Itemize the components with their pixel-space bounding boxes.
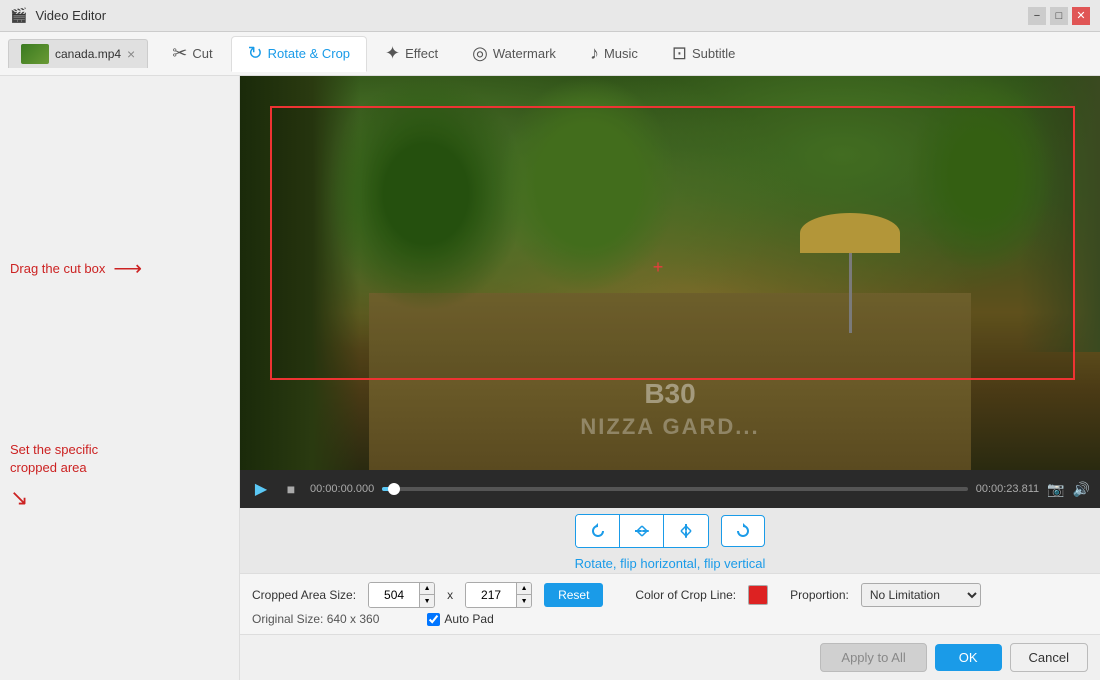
reset-button[interactable]: Reset (544, 583, 603, 607)
action-bar: Apply to All OK Cancel (240, 634, 1100, 680)
timestamp-overlay: B30 (644, 378, 695, 410)
ok-button[interactable]: OK (935, 644, 1002, 671)
maximize-button[interactable]: □ (1050, 7, 1068, 25)
drag-hint-text: Drag the cut box (10, 261, 105, 276)
timeline-slider[interactable] (382, 487, 967, 491)
height-input[interactable] (466, 583, 516, 607)
color-label: Color of Crop Line: (635, 588, 736, 602)
original-size-row: Original Size: 640 x 360 Auto Pad (252, 612, 1088, 626)
video-scene: + B30 NIZZA GARD... (240, 76, 1100, 470)
rotate-controls-bar (240, 508, 1100, 554)
close-button[interactable]: ✕ (1072, 7, 1090, 25)
original-size-label: Original Size: 640 x 360 (252, 612, 379, 626)
volume-icon[interactable]: 🔊 (1073, 481, 1090, 498)
crop-hint-area: Set the specific cropped area ↘ (10, 361, 229, 511)
tab-effect[interactable]: ✦ Effect (369, 36, 454, 72)
tab-watermark[interactable]: ◎ Watermark (456, 36, 572, 72)
play-button[interactable]: ▶ (250, 478, 272, 500)
tab-cut[interactable]: ✂ Cut (156, 36, 228, 72)
drag-hint: Drag the cut box ⟶ (10, 256, 229, 281)
umbrella-top (800, 213, 900, 253)
foliage1 (326, 76, 526, 312)
time-end: 00:00:23.811 (976, 483, 1039, 495)
rotate-cw-button[interactable] (721, 515, 765, 547)
height-spinner: ▲ ▼ (516, 583, 531, 607)
foliage3 (498, 76, 678, 293)
title-bar-left: 🎬 Video Editor (10, 7, 106, 24)
rotate-annotation-area: Rotate, flip horizontal, flip vertical (240, 554, 1100, 573)
tab-music[interactable]: ♪ Music (574, 36, 654, 72)
autopad-label: Auto Pad (444, 612, 493, 626)
flip-vertical-button[interactable] (664, 515, 708, 547)
height-up-button[interactable]: ▲ (517, 583, 531, 595)
tab-rotate[interactable]: ↻ Rotate & Crop (231, 36, 367, 72)
playback-controls: ▶ ■ 00:00:00.000 00:00:23.811 📷 🔊 (240, 470, 1100, 508)
width-down-button[interactable]: ▼ (420, 595, 434, 607)
video-container[interactable]: + B30 NIZZA GARD... (240, 76, 1100, 470)
bottom-panel: Cropped Area Size: ▲ ▼ x ▲ ▼ R (240, 573, 1100, 634)
app-icon: 🎬 (10, 7, 27, 24)
title-bar-controls: − □ ✕ (1028, 7, 1090, 25)
cut-icon: ✂ (172, 43, 187, 64)
cancel-button[interactable]: Cancel (1010, 643, 1088, 672)
minimize-button[interactable]: − (1028, 7, 1046, 25)
file-tab-close[interactable]: × (127, 47, 135, 61)
tab-music-label: Music (604, 46, 638, 61)
crop-size-row: Cropped Area Size: ▲ ▼ x ▲ ▼ R (252, 582, 1088, 608)
screenshot-icon[interactable]: 📷 (1047, 481, 1064, 498)
subtitle-icon: ⊡ (672, 43, 687, 64)
cropped-area-label: Cropped Area Size: (252, 588, 356, 602)
dimension-separator: x (447, 588, 453, 602)
crop-line-color-swatch[interactable] (748, 585, 768, 605)
music-icon: ♪ (590, 43, 599, 64)
height-down-button[interactable]: ▼ (517, 595, 531, 607)
width-up-button[interactable]: ▲ (420, 583, 434, 595)
file-thumbnail (21, 44, 49, 64)
video-area: + B30 NIZZA GARD... ▶ ■ 00:00:00.000 00:… (240, 76, 1100, 680)
effect-icon: ✦ (385, 43, 400, 64)
height-input-group: ▲ ▼ (465, 582, 532, 608)
flip-horizontal-button[interactable] (620, 515, 664, 547)
crop-hint-text: Set the specific cropped area (10, 441, 229, 477)
tab-effect-label: Effect (405, 46, 438, 61)
crosshair-marker: + (653, 257, 664, 278)
title-bar: 🎬 Video Editor − □ ✕ (0, 0, 1100, 32)
timeline-thumb[interactable] (388, 483, 400, 495)
rotate-btn-group (575, 514, 709, 548)
apply-all-button[interactable]: Apply to All (820, 643, 926, 672)
time-start: 00:00:00.000 (310, 483, 374, 495)
drag-arrow-icon: ⟶ (113, 256, 142, 281)
file-tab-name: canada.mp4 (55, 47, 121, 61)
rotate-icon: ↻ (248, 43, 263, 64)
width-spinner: ▲ ▼ (419, 583, 434, 607)
sidebar: Drag the cut box ⟶ Set the specific crop… (0, 76, 240, 680)
umbrella-pole (849, 253, 852, 333)
autopad-group: Auto Pad (427, 612, 493, 626)
watermark-overlay: NIZZA GARD... (580, 414, 759, 440)
umbrella (800, 213, 900, 333)
foliage2 (907, 76, 1057, 273)
crop-arrow-area: ↘ (10, 485, 229, 511)
autopad-checkbox[interactable] (427, 613, 440, 626)
stop-button[interactable]: ■ (280, 478, 302, 500)
file-tab[interactable]: canada.mp4 × (8, 39, 148, 68)
watermark-icon: ◎ (472, 43, 488, 64)
tab-cut-label: Cut (192, 46, 212, 61)
rotate-annotation-text: Rotate, flip horizontal, flip vertical (575, 554, 766, 573)
tab-subtitle-label: Subtitle (692, 46, 735, 61)
tab-watermark-label: Watermark (493, 46, 556, 61)
width-input-group: ▲ ▼ (368, 582, 435, 608)
tab-subtitle[interactable]: ⊡ Subtitle (656, 36, 751, 72)
main-content: Drag the cut box ⟶ Set the specific crop… (0, 76, 1100, 680)
width-input[interactable] (369, 583, 419, 607)
proportion-label: Proportion: (790, 588, 849, 602)
tab-bar: canada.mp4 × ✂ Cut ↻ Rotate & Crop ✦ Eff… (0, 32, 1100, 76)
rotate-ccw-button[interactable] (576, 515, 620, 547)
crop-arrow-icon: ↘ (10, 485, 28, 511)
window-title: Video Editor (35, 8, 106, 23)
proportion-select[interactable]: No Limitation 16:9 4:3 1:1 (861, 583, 981, 607)
tab-rotate-label: Rotate & Crop (268, 46, 350, 61)
